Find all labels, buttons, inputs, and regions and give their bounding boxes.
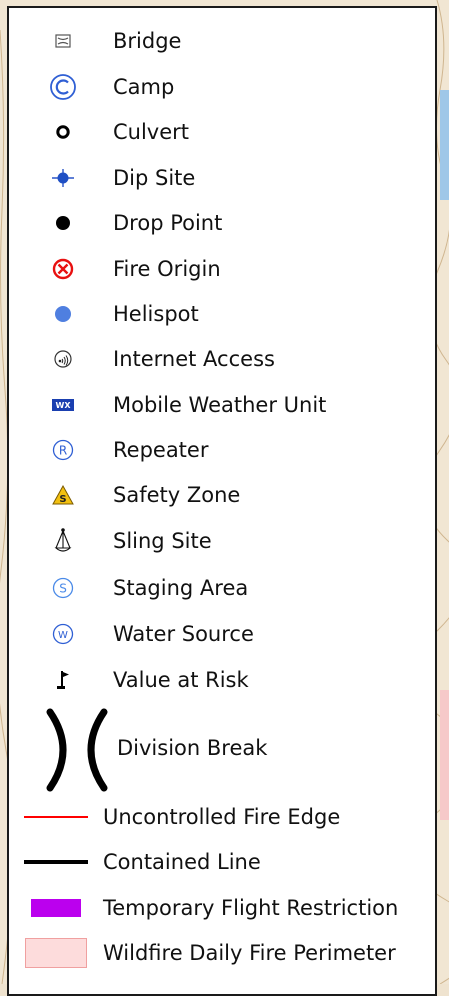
uncontrolled-fire-edge-line — [23, 800, 89, 834]
legend-label: Mobile Weather Unit — [113, 393, 327, 417]
safety-zone-glyph: S — [59, 494, 66, 505]
legend-label: Internet Access — [113, 347, 275, 371]
contained-line — [23, 845, 89, 879]
legend-label: Temporary Flight Restriction — [103, 896, 399, 920]
legend-label: Safety Zone — [113, 483, 241, 507]
legend-label: Fire Origin — [113, 257, 221, 281]
water-source-icon: W — [31, 617, 95, 651]
culvert-icon — [31, 115, 95, 149]
legend-item-helispot: Helispot — [9, 297, 435, 331]
legend-item-wildfire-daily-fire-perimeter: Wildfire Daily Fire Perimeter — [9, 936, 435, 970]
legend-item-sling-site: Sling Site — [9, 524, 435, 558]
temporary-flight-restriction-swatch — [23, 891, 89, 925]
legend-label: Staging Area — [113, 576, 249, 600]
helispot-icon — [31, 297, 95, 331]
map-legend: Bridge Camp Culvert Dip Site Drop Point … — [7, 6, 437, 996]
legend-label: Wildfire Daily Fire Perimeter — [103, 941, 396, 965]
legend-item-water-source: W Water Source — [9, 617, 435, 651]
fire-origin-icon — [31, 252, 95, 286]
legend-label: Camp — [113, 75, 175, 99]
legend-item-culvert: Culvert — [9, 115, 435, 149]
legend-item-fire-origin: Fire Origin — [9, 252, 435, 286]
legend-item-mobile-weather-unit: WX Mobile Weather Unit — [9, 388, 435, 422]
water-source-glyph: W — [58, 630, 68, 641]
legend-label: Bridge — [113, 29, 182, 53]
bridge-icon — [31, 24, 95, 58]
weather-badge-text: WX — [56, 401, 72, 410]
dip-site-icon — [31, 161, 95, 195]
legend-item-value-at-risk: Value at Risk — [9, 663, 435, 697]
repeater-icon: R — [31, 433, 95, 467]
drop-point-icon — [31, 206, 95, 240]
legend-item-drop-point: Drop Point — [9, 206, 435, 240]
sling-site-icon — [31, 524, 95, 558]
legend-item-internet-access: Internet Access — [9, 342, 435, 376]
legend-label: Value at Risk — [113, 668, 249, 692]
legend-item-staging-area: S Staging Area — [9, 571, 435, 605]
legend-item-division-break: Division Break — [9, 708, 435, 792]
value-at-risk-icon — [31, 663, 95, 697]
legend-item-dip-site: Dip Site — [9, 161, 435, 195]
internet-access-icon — [31, 342, 95, 376]
safety-zone-icon: S — [31, 478, 95, 512]
legend-label: Dip Site — [113, 166, 196, 190]
wildfire-daily-fire-perimeter-swatch — [23, 936, 89, 970]
legend-label: Helispot — [113, 302, 199, 326]
legend-item-repeater: R Repeater — [9, 433, 435, 467]
repeater-glyph: R — [59, 444, 67, 458]
legend-item-camp: Camp — [9, 70, 435, 104]
legend-label: Drop Point — [113, 211, 223, 235]
legend-label: Division Break — [117, 736, 268, 760]
staging-area-glyph: S — [59, 582, 67, 596]
legend-label: Culvert — [113, 120, 190, 144]
legend-label: Repeater — [113, 438, 209, 462]
staging-area-icon: S — [31, 571, 95, 605]
legend-item-temporary-flight-restriction: Temporary Flight Restriction — [9, 891, 435, 925]
legend-item-uncontrolled-fire-edge: Uncontrolled Fire Edge — [9, 800, 435, 834]
legend-label: Contained Line — [103, 850, 261, 874]
division-break-icon — [43, 708, 113, 792]
camp-icon — [31, 70, 95, 104]
mobile-weather-unit-icon: WX — [31, 388, 95, 422]
legend-item-safety-zone: S Safety Zone — [9, 478, 435, 512]
legend-item-bridge: Bridge — [9, 24, 435, 58]
legend-label: Water Source — [113, 622, 254, 646]
legend-label: Uncontrolled Fire Edge — [103, 805, 341, 829]
legend-item-contained-line: Contained Line — [9, 845, 435, 879]
legend-label: Sling Site — [113, 529, 212, 553]
